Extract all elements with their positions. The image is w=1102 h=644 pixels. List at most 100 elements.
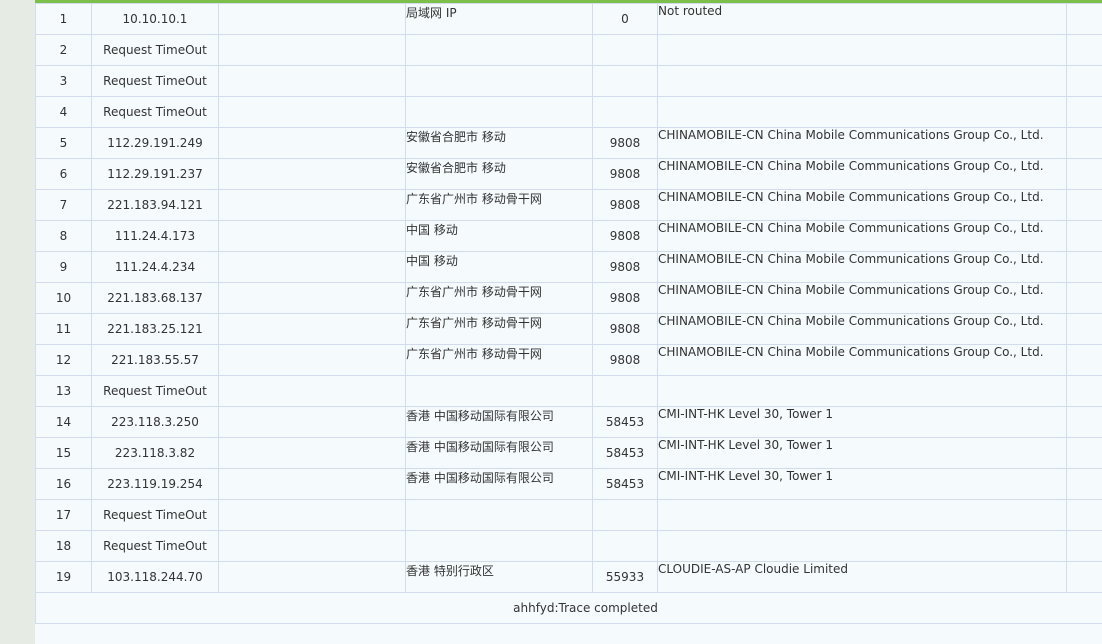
hop-location: 香港 中国移动国际有限公司 xyxy=(405,437,593,469)
hop-location xyxy=(405,499,593,531)
hop-location xyxy=(405,34,593,66)
hop-location: 局域网 IP xyxy=(405,3,593,35)
hop-location xyxy=(405,65,593,97)
hop-isp xyxy=(657,375,1067,407)
hop-isp: CHINAMOBILE-CN China Mobile Communicatio… xyxy=(657,251,1067,283)
trace-row: 12 221.183.55.57 广东省广州市 移动骨干网 9808 CHINAMOBI… xyxy=(35,344,1102,376)
hop-as-number xyxy=(592,530,658,562)
hop-hostname xyxy=(218,499,406,531)
hop-number: 5 xyxy=(35,127,92,159)
hop-location: 中国 移动 xyxy=(405,220,593,252)
hop-as-number: 9808 xyxy=(592,158,658,190)
hop-ip: 221.183.55.57 xyxy=(91,344,219,376)
hop-time: 28 ms xyxy=(1066,313,1102,345)
hop-number: 16 xyxy=(35,468,92,500)
hop-hostname xyxy=(218,158,406,190)
hop-isp: CHINAMOBILE-CN China Mobile Communicatio… xyxy=(657,220,1067,252)
hop-location: 广东省广州市 移动骨干网 xyxy=(405,313,593,345)
hop-as-number: 58453 xyxy=(592,437,658,469)
hop-number: 9 xyxy=(35,251,92,283)
hop-ip: 112.29.191.237 xyxy=(91,158,219,190)
hop-hostname xyxy=(218,220,406,252)
hop-number: 10 xyxy=(35,282,92,314)
hop-hostname xyxy=(218,344,406,376)
hop-time: 38 ms xyxy=(1066,468,1102,500)
hop-location: 香港 特别行政区 xyxy=(405,561,593,593)
hop-isp: Not routed xyxy=(657,3,1067,35)
hop-location xyxy=(405,96,593,128)
hop-number: 14 xyxy=(35,406,92,438)
trace-results-panel: 110.10.10.1局域网 IP0Not routed0 ms2Request… xyxy=(35,0,1102,644)
hop-as-number xyxy=(592,499,658,531)
trace-footer-row: ahhfyd:Trace completed xyxy=(35,592,1102,624)
hop-time: * xyxy=(1066,34,1102,66)
hop-ip: 223.119.19.254 xyxy=(91,468,219,500)
hop-time: 39 ms xyxy=(1066,561,1102,593)
trace-table-body: 110.10.10.1局域网 IP0Not routed0 ms2Request… xyxy=(35,3,1102,593)
hop-ip: Request TimeOut xyxy=(91,530,219,562)
trace-row: 17Request TimeOut * xyxy=(35,499,1102,531)
hop-hostname xyxy=(218,561,406,593)
hop-location: 广东省广州市 移动骨干网 xyxy=(405,344,593,376)
trace-row: 18Request TimeOut * xyxy=(35,530,1102,562)
hop-location xyxy=(405,530,593,562)
hop-time: 25 ms xyxy=(1066,282,1102,314)
hop-hostname xyxy=(218,530,406,562)
hop-number: 1 xyxy=(35,3,92,35)
trace-row: 7 221.183.94.121 广东省广州市 移动骨干网 9808 CHINAMOBI… xyxy=(35,189,1102,221)
trace-row: 10 221.183.68.137 广东省广州市 移动骨干网 9808 CHINAMOB… xyxy=(35,282,1102,314)
hop-as-number: 9808 xyxy=(592,282,658,314)
hop-isp: CHINAMOBILE-CN China Mobile Communicatio… xyxy=(657,127,1067,159)
hop-ip: Request TimeOut xyxy=(91,375,219,407)
hop-time: 33 ms xyxy=(1066,344,1102,376)
hop-location xyxy=(405,375,593,407)
trace-row: 11 221.183.25.121 广东省广州市 移动骨干网 9808 CHINAMOB… xyxy=(35,313,1102,345)
hop-isp: CMI-INT-HK Level 30, Tower 1 xyxy=(657,468,1067,500)
hop-ip: 221.183.94.121 xyxy=(91,189,219,221)
hop-number: 15 xyxy=(35,437,92,469)
hop-isp xyxy=(657,499,1067,531)
hop-time: * xyxy=(1066,96,1102,128)
hop-as-number xyxy=(592,375,658,407)
hop-isp xyxy=(657,65,1067,97)
trace-row: 14 223.118.3.250 香港 中国移动国际有限公司 58453 CMI-INT… xyxy=(35,406,1102,438)
hop-as-number xyxy=(592,34,658,66)
hop-number: 3 xyxy=(35,65,92,97)
hop-number: 13 xyxy=(35,375,92,407)
hop-as-number: 58453 xyxy=(592,406,658,438)
hop-number: 6 xyxy=(35,158,92,190)
trace-row: 19 103.118.244.70 香港 特别行政区 55933 CLOUDIE-AS-… xyxy=(35,561,1102,593)
hop-isp: CHINAMOBILE-CN China Mobile Communicatio… xyxy=(657,313,1067,345)
trace-row: 6 112.29.191.237 安徽省合肥市 移动 9808 CHINAMOBILE-… xyxy=(35,158,1102,190)
hop-as-number: 9808 xyxy=(592,189,658,221)
hop-time: 1 ms xyxy=(1066,127,1102,159)
hop-ip: 221.183.25.121 xyxy=(91,313,219,345)
hop-number: 11 xyxy=(35,313,92,345)
hop-hostname xyxy=(218,406,406,438)
hop-time: * xyxy=(1066,65,1102,97)
hop-isp xyxy=(657,96,1067,128)
hop-time: 0 ms xyxy=(1066,3,1102,35)
trace-row: 5 112.29.191.249 安徽省合肥市 移动 9808 CHINAMOBILE-… xyxy=(35,127,1102,159)
hop-as-number: 9808 xyxy=(592,220,658,252)
hop-isp: CHINAMOBILE-CN China Mobile Communicatio… xyxy=(657,344,1067,376)
hop-as-number: 58453 xyxy=(592,468,658,500)
trace-row: 8 111.24.4.173 中国 移动 9808 CHINAMOBILE-CN Chi… xyxy=(35,220,1102,252)
hop-location: 香港 中国移动国际有限公司 xyxy=(405,406,593,438)
hop-ip: Request TimeOut xyxy=(91,96,219,128)
hop-as-number: 0 xyxy=(592,3,658,35)
hop-number: 19 xyxy=(35,561,92,593)
hop-time: 24 ms xyxy=(1066,220,1102,252)
trace-row: 16 223.119.19.254 香港 中国移动国际有限公司 58453 CMI-IN… xyxy=(35,468,1102,500)
trace-row: 110.10.10.1 局域网 IP0Not routed0 ms xyxy=(35,3,1102,35)
hop-isp: CHINAMOBILE-CN China Mobile Communicatio… xyxy=(657,158,1067,190)
hop-location: 香港 中国移动国际有限公司 xyxy=(405,468,593,500)
hop-time: * xyxy=(1066,375,1102,407)
hop-hostname xyxy=(218,3,406,35)
hop-hostname xyxy=(218,96,406,128)
hop-number: 7 xyxy=(35,189,92,221)
hop-hostname xyxy=(218,65,406,97)
hop-location: 安徽省合肥市 移动 xyxy=(405,127,593,159)
hop-isp: CMI-INT-HK Level 30, Tower 1 xyxy=(657,437,1067,469)
hop-isp: CMI-INT-HK Level 30, Tower 1 xyxy=(657,406,1067,438)
